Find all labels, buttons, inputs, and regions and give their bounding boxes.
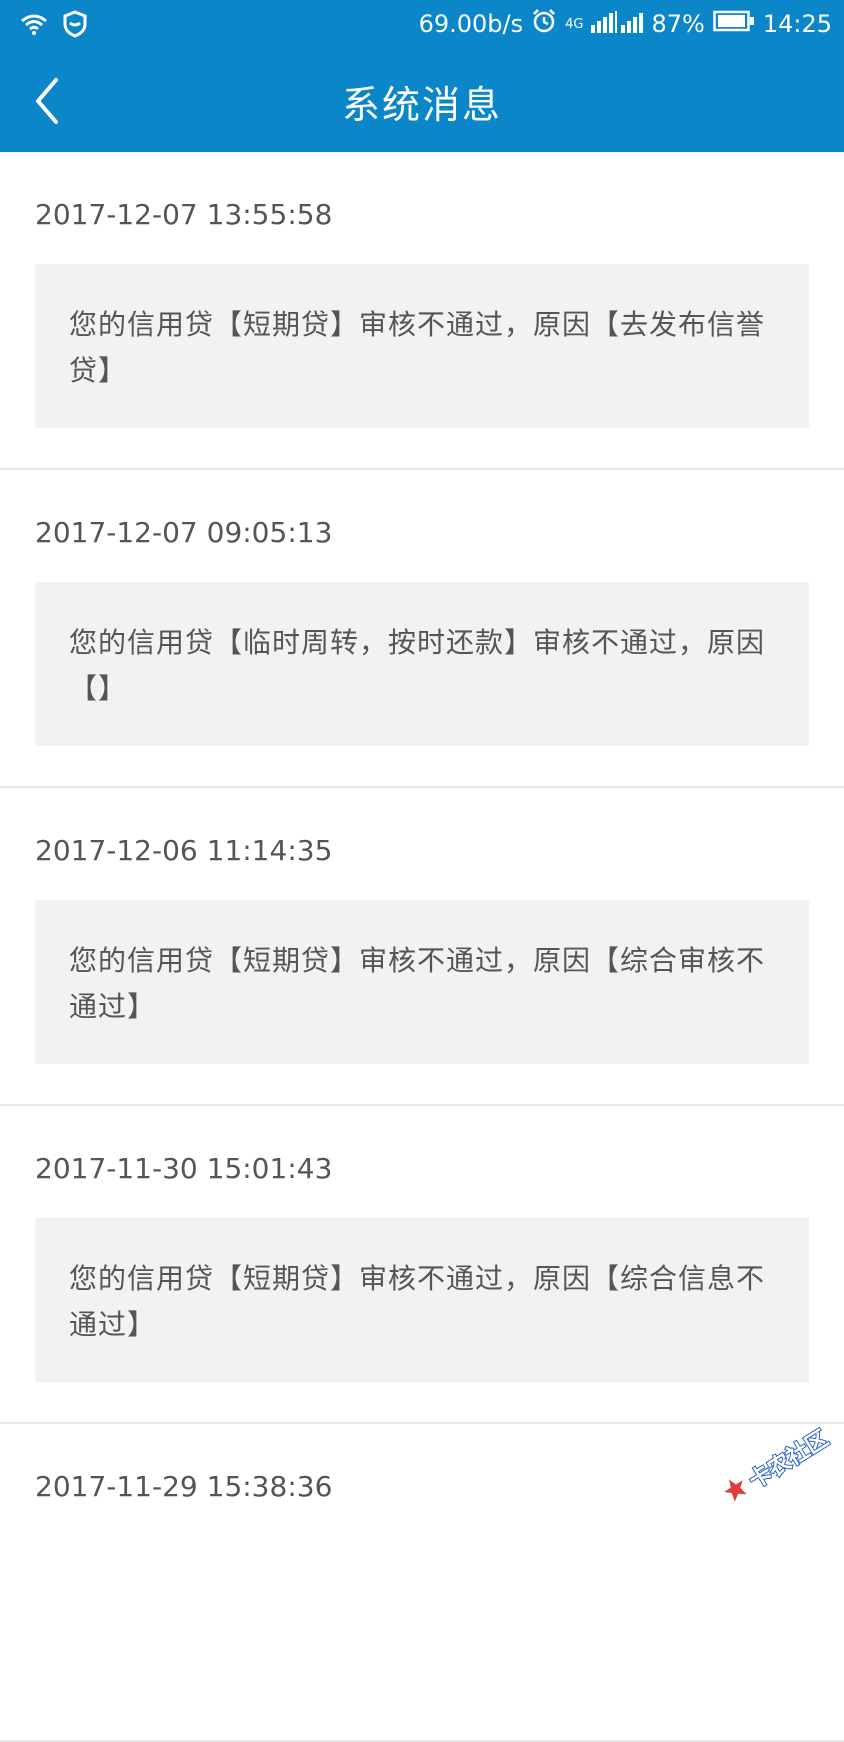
message-text: 您的信用贷【临时周转，按时还款】审核不通过，原因【】 — [69, 626, 766, 705]
message-item[interactable]: 2017-11-29 15:38:36 — [0, 1424, 844, 1742]
message-content-box: 您的信用贷【短期贷】审核不通过，原因【综合信息不通过】 — [35, 1218, 809, 1382]
message-content-box: 您的信用贷【短期贷】审核不通过，原因【去发布信誉贷】 — [35, 264, 809, 428]
app-header: 69.00b/s 4G 87% 14:25 系统消息 — [0, 0, 844, 152]
message-item[interactable]: 2017-12-06 11:14:35 您的信用贷【短期贷】审核不通过，原因【综… — [0, 788, 844, 1106]
message-time: 2017-12-06 11:14:35 — [35, 834, 333, 867]
message-item[interactable]: 2017-12-07 09:05:13 您的信用贷【临时周转，按时还款】审核不通… — [0, 470, 844, 788]
shield-icon — [62, 10, 88, 42]
message-list: 2017-12-07 13:55:58 您的信用贷【短期贷】审核不通过，原因【去… — [0, 152, 844, 1742]
wifi-icon — [20, 12, 48, 40]
page-title: 系统消息 — [341, 83, 502, 127]
message-text: 您的信用贷【短期贷】审核不通过，原因【去发布信誉贷】 — [69, 308, 766, 387]
alarm-icon — [531, 8, 557, 40]
message-text: 您的信用贷【短期贷】审核不通过，原因【综合信息不通过】 — [69, 1262, 766, 1341]
battery-icon — [713, 10, 755, 38]
nav-bar: 系统消息 — [0, 50, 844, 152]
status-right: 69.00b/s 4G 87% 14:25 — [419, 8, 832, 40]
message-time: 2017-11-30 15:01:43 — [35, 1152, 333, 1185]
message-content-box: 您的信用贷【短期贷】审核不通过，原因【综合审核不通过】 — [35, 900, 809, 1064]
message-item[interactable]: 2017-11-30 15:01:43 您的信用贷【短期贷】审核不通过，原因【综… — [0, 1106, 844, 1424]
network-speed: 69.00b/s — [418, 10, 524, 38]
message-time: 2017-12-07 13:55:58 — [35, 198, 333, 231]
message-time: 2017-12-07 09:05:13 — [35, 516, 333, 549]
clock-time: 14:25 — [762, 10, 832, 38]
network-type: 4G — [565, 16, 584, 32]
signal-icon — [591, 9, 644, 39]
message-time: 2017-11-29 15:38:36 — [35, 1470, 333, 1503]
message-item[interactable]: 2017-12-07 13:55:58 您的信用贷【短期贷】审核不通过，原因【去… — [0, 152, 844, 470]
message-text: 您的信用贷【短期贷】审核不通过，原因【综合审核不通过】 — [69, 944, 766, 1023]
status-bar: 69.00b/s 4G 87% 14:25 — [0, 0, 844, 50]
message-content-box: 您的信用贷【临时周转，按时还款】审核不通过，原因【】 — [35, 582, 809, 746]
battery-percent: 87% — [651, 10, 705, 38]
status-left — [20, 10, 88, 42]
